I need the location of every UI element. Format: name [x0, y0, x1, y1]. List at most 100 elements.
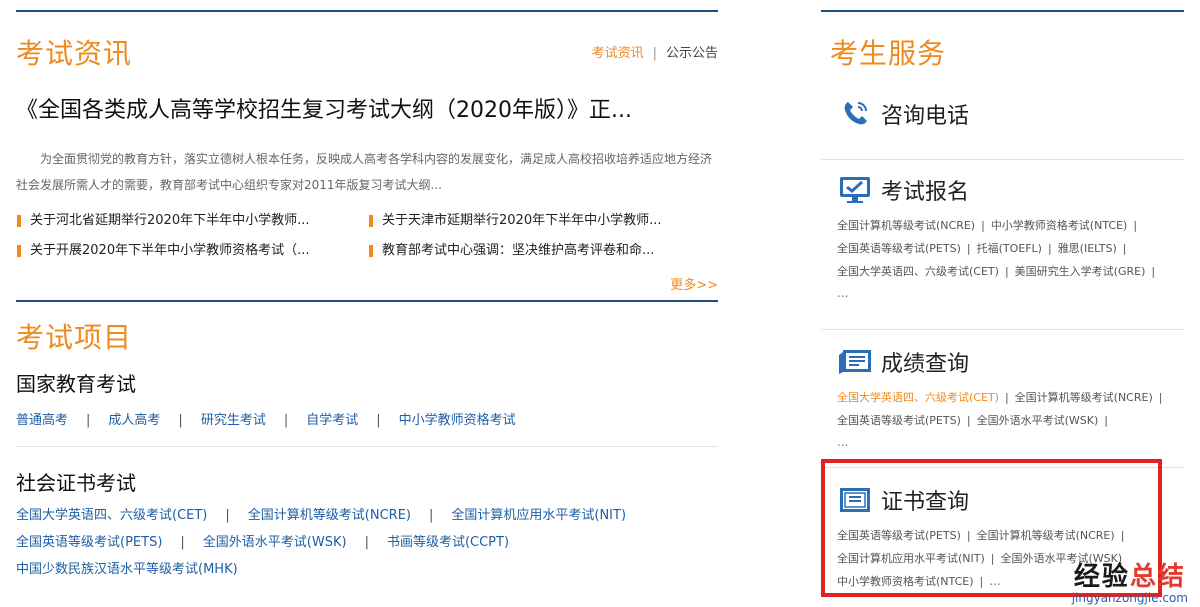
link-line: 全国英语等级考试(PETS) | 托福(TOEFL) | 雅思(IELTS) | [837, 237, 1184, 260]
link-gre[interactable]: 美国研究生入学考试(GRE) [1015, 265, 1146, 278]
link-separator: | [1004, 265, 1009, 278]
link-pets[interactable]: 全国英语等级考试(PETS) [837, 242, 961, 255]
link-cet[interactable]: 全国大学英语四、六级考试(CET) [16, 508, 207, 523]
service-registration-title: 考试报名 [881, 180, 970, 205]
watermark: 经验总结 jingyanzongjie.com [1072, 556, 1188, 605]
watermark-text-2: 总结 [1129, 562, 1186, 592]
news-item-label: 关于天津市延期举行2020年下半年中小学教师... [382, 213, 662, 228]
link-line: 全国大学英语四、六级考试(CET) | 全国计算机等级考试(NCRE) | [837, 386, 1184, 409]
registration-links: 全国计算机等级考试(NCRE) | 中小学教师资格考试(NTCE) | 全国英语等级考… [837, 214, 1184, 303]
link-separator: | [1133, 219, 1138, 232]
cert-link-row: 全国英语等级考试(PETS) | 全国外语水平考试(WSK) | 书画等级考试(CCPT… [16, 531, 718, 550]
service-scores-head[interactable]: 成绩查询 [837, 342, 1184, 382]
watermark-text-1: 经验 [1073, 562, 1130, 592]
news-item[interactable]: 关于开展2020年下半年中小学教师资格考试（... [16, 242, 368, 260]
link-ntce[interactable]: 中小学教师资格考试(NTCE) [991, 219, 1128, 232]
link-separator: | [1122, 242, 1127, 255]
service-registration: 考试报名 全国计算机等级考试(NCRE) | 中小学教师资格考试(NTCE) | 全国… [821, 160, 1184, 330]
link-separator: | [180, 535, 185, 550]
bullet-mark [17, 245, 21, 257]
link-separator: | [283, 413, 289, 428]
news-tabs: 考试资讯 | 公示公告 [592, 42, 718, 61]
link-line: 全国英语等级考试(PETS) | 全国外语水平考试(WSK) | [837, 409, 1184, 432]
link-ncre[interactable]: 全国计算机等级考试(NCRE) [248, 508, 411, 523]
divider [16, 446, 718, 447]
services-title: 考生服务 [830, 37, 947, 70]
national-exam-links: 普通高考 | 成人高考 | 研究生考试 | 自学考试 | 中小学教师资格考试 [16, 409, 718, 428]
monitor-check-icon [837, 174, 873, 206]
bullet-mark [17, 215, 21, 227]
link-pets[interactable]: 全国英语等级考试(PETS) [16, 535, 162, 550]
link-cet[interactable]: 全国大学英语四、六级考试(CET) [837, 265, 999, 278]
services-top-rule [821, 10, 1184, 12]
link-adult-exam[interactable]: 成人高考 [108, 413, 160, 428]
link-separator: | [376, 413, 381, 428]
phone-icon [837, 98, 873, 130]
link-wsk[interactable]: 全国外语水平考试(WSK) [977, 414, 1099, 427]
link-pets[interactable]: 全国英语等级考试(PETS) [837, 414, 961, 427]
cert-exams-title: 社会证书考试 [16, 471, 136, 495]
tab-announcements[interactable]: 公示公告 [666, 46, 718, 61]
more-link[interactable]: 更多>> [16, 274, 718, 294]
link-mhk[interactable]: 中国少数民族汉语水平等级考试(MHK) [16, 562, 238, 577]
service-registration-head[interactable]: 考试报名 [837, 170, 1184, 210]
news-item[interactable]: 关于河北省延期举行2020年下半年中小学教师... [16, 212, 368, 230]
link-graduate-exam[interactable]: 研究生考试 [201, 413, 266, 428]
watermark-url: jingyanzongjie.com [1071, 591, 1188, 605]
link-cet[interactable]: 全国大学英语四、六级考试(CET) [837, 391, 999, 404]
link-nit[interactable]: 全国计算机应用水平考试(NIT) [451, 508, 626, 523]
scores-links: 全国大学英语四、六级考试(CET) | 全国计算机等级考试(NCRE) | 全国英语等… [837, 386, 1184, 452]
link-separator: | [178, 413, 183, 428]
link-separator: | [86, 413, 91, 428]
link-separator: | [225, 508, 230, 523]
exam-projects-title: 考试项目 [16, 321, 133, 354]
link-line: 全国大学英语四、六级考试(CET) | 美国研究生入学考试(GRE) | [837, 260, 1184, 283]
service-consult[interactable]: 咨询电话 [821, 82, 1184, 160]
service-consult-head: 咨询电话 [837, 94, 1184, 134]
watermark-text: 经验总结 [1072, 556, 1188, 593]
link-separator: | [1104, 414, 1108, 427]
link-separator: | [1004, 391, 1009, 404]
link-separator: | [1047, 242, 1052, 255]
cert-link-row: 中国少数民族汉语水平等级考试(MHK) [16, 558, 718, 577]
link-ielts[interactable]: 雅思(IELTS) [1058, 242, 1117, 255]
link-teacher-qualification[interactable]: 中小学教师资格考试 [399, 413, 516, 428]
link-toefl[interactable]: 托福(TOEFL) [977, 242, 1042, 255]
tab-exam-news[interactable]: 考试资讯 [592, 46, 644, 61]
national-exams-title: 国家教育考试 [16, 372, 136, 396]
link-ncre[interactable]: 全国计算机等级考试(NCRE) [1015, 391, 1153, 404]
tab-separator: | [652, 46, 657, 61]
bullet-mark [369, 245, 373, 257]
exam-projects-header: 考试项目 [16, 302, 718, 354]
service-scores: 成绩查询 全国大学英语四、六级考试(CET) | 全国计算机等级考试(NCRE) | … [821, 330, 1184, 468]
featured-summary: 为全面贯彻党的教育方针，落实立德树人根本任务，反映成人高考各学科内容的发展变化，… [16, 152, 713, 192]
exam-news-title: 考试资讯 [16, 37, 133, 70]
link-self-study-exam[interactable]: 自学考试 [306, 413, 358, 428]
link-separator: | [981, 219, 985, 232]
cert-exam-links: 全国大学英语四、六级考试(CET) | 全国计算机等级考试(NCRE) | 全国计算机应… [16, 504, 718, 577]
left-column: 考试资讯 考试资讯 | 公示公告 《全国各类成人高等学校招生复习考试大纲（2020年… [16, 10, 718, 577]
report-icon [837, 346, 873, 378]
link-separator: | [1151, 265, 1156, 278]
news-item[interactable]: 关于天津市延期举行2020年下半年中小学教师... [368, 212, 718, 230]
link-gaokao[interactable]: 普通高考 [16, 413, 68, 428]
cert-link-row: 全国大学英语四、六级考试(CET) | 全国计算机等级考试(NCRE) | 全国计算机应… [16, 504, 718, 523]
news-item-label: 教育部考试中心强调：坚决维护高考评卷和命... [382, 243, 655, 258]
news-item-label: 关于河北省延期举行2020年下半年中小学教师... [30, 213, 310, 228]
service-consult-title: 咨询电话 [881, 104, 970, 129]
service-scores-title: 成绩查询 [881, 352, 970, 377]
more-dots[interactable]: ... [837, 283, 1184, 303]
bullet-mark [369, 215, 373, 227]
more-dots[interactable]: ... [837, 432, 1184, 452]
link-ncre[interactable]: 全国计算机等级考试(NCRE) [837, 219, 975, 232]
link-line: 全国计算机等级考试(NCRE) | 中小学教师资格考试(NTCE) | [837, 214, 1184, 237]
featured-headline[interactable]: 《全国各类成人高等学校招生复习考试大纲（2020年版）》正... [16, 92, 718, 124]
link-separator: | [1158, 391, 1163, 404]
news-item[interactable]: 教育部考试中心强调：坚决维护高考评卷和命... [368, 242, 718, 260]
exam-news-header: 考试资讯 考试资讯 | 公示公告 [16, 12, 718, 70]
link-ccpt[interactable]: 书画等级考试(CCPT) [387, 535, 509, 550]
news-item-label: 关于开展2020年下半年中小学教师资格考试（... [30, 243, 310, 258]
link-wsk[interactable]: 全国外语水平考试(WSK) [203, 535, 347, 550]
link-separator: | [966, 414, 971, 427]
news-list: 关于河北省延期举行2020年下半年中小学教师... 关于天津市延期举行2020年… [16, 212, 718, 260]
